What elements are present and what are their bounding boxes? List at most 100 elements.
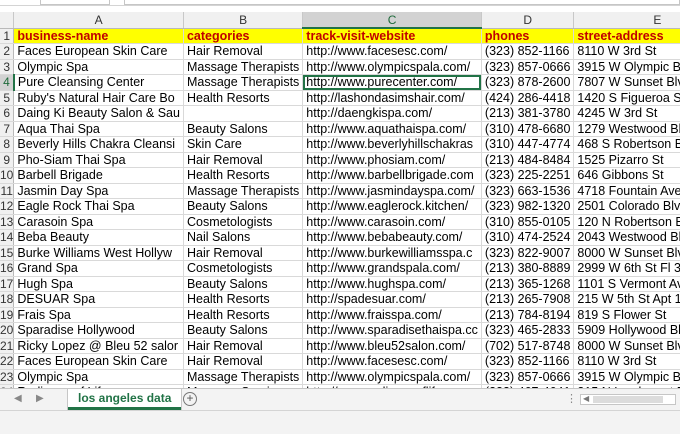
row-header[interactable]: 4 — [0, 74, 15, 91]
cell-d22[interactable]: (323) 852-1166 — [481, 353, 575, 370]
scrollbar-thumb[interactable] — [593, 396, 663, 403]
cell-c18[interactable]: http://spadesuar.com/ — [302, 291, 482, 308]
cell-c12[interactable]: http://www.eaglerock.kitchen/ — [302, 198, 482, 215]
cell-c20[interactable]: http://www.sparadisethaispa.cc — [302, 322, 482, 339]
cell-c13[interactable]: http://www.carasoin.com/ — [302, 214, 482, 230]
tab-split-handle[interactable]: ⋮ — [566, 392, 577, 405]
row-header[interactable]: 8 — [0, 136, 15, 153]
cell-b14[interactable]: Nail Salons — [183, 229, 304, 246]
cell-e13[interactable]: 120 N Robertson Blvd — [573, 214, 680, 230]
cell-a10[interactable]: Barbell Brigade — [13, 167, 184, 184]
cell-d4[interactable]: (323) 878-2600 — [481, 74, 575, 91]
column-header-e[interactable]: E — [573, 12, 680, 29]
cell-a12[interactable]: Eagle Rock Thai Spa — [13, 198, 184, 215]
cell-d8[interactable]: (310) 447-4774 — [481, 136, 575, 153]
cell-d1[interactable]: phones — [481, 28, 575, 44]
cell-d21[interactable]: (702) 517-8748 — [481, 338, 575, 354]
row-header[interactable]: 17 — [0, 276, 15, 292]
cell-d2[interactable]: (323) 852-1166 — [481, 43, 575, 60]
cell-e14[interactable]: 2043 Westwood Blvd — [573, 229, 680, 246]
cell-b19[interactable]: Health Resorts — [183, 307, 304, 323]
cell-a11[interactable]: Jasmin Day Spa — [13, 183, 184, 199]
cell-e7[interactable]: 1279 Westwood Blvd — [573, 121, 680, 137]
cell-c21[interactable]: http://www.bleu52salon.com/ — [302, 338, 482, 354]
cell-a14[interactable]: Beba Beauty — [13, 229, 184, 246]
cell-b17[interactable]: Beauty Salons — [183, 276, 304, 292]
cell-b10[interactable]: Health Resorts — [183, 167, 304, 184]
cell-a19[interactable]: Frais Spa — [13, 307, 184, 323]
cell-c3[interactable]: http://www.olympicspala.com/ — [302, 59, 482, 75]
cell-c5[interactable]: http://lashondasimshair.com/ — [302, 90, 482, 106]
sheet-tab-los-angeles-data[interactable]: los angeles data — [68, 389, 182, 410]
row-header[interactable]: 23 — [0, 369, 15, 385]
cell-b15[interactable]: Hair Removal — [183, 245, 304, 261]
row-header[interactable]: 19 — [0, 307, 15, 323]
cell-c19[interactable]: http://www.fraisspa.com/ — [302, 307, 482, 323]
cell-d7[interactable]: (310) 478-6680 — [481, 121, 575, 137]
row-header[interactable]: 10 — [0, 167, 15, 184]
row-header[interactable]: 12 — [0, 198, 15, 215]
cell-a16[interactable]: Grand Spa — [13, 260, 184, 277]
cell-a23[interactable]: Olympic Spa — [13, 369, 184, 385]
cell-a9[interactable]: Pho-Siam Thai Spa — [13, 152, 184, 168]
cell-d16[interactable]: (213) 380-8889 — [481, 260, 575, 277]
cell-e1[interactable]: street-address — [573, 28, 680, 44]
cell-d11[interactable]: (323) 663-1536 — [481, 183, 575, 199]
cell-d18[interactable]: (213) 265-7908 — [481, 291, 575, 308]
cell-b22[interactable]: Hair Removal — [183, 353, 304, 370]
cell-c17[interactable]: http://www.hughspa.com/ — [302, 276, 482, 292]
cell-c14[interactable]: http://www.bebabeauty.com/ — [302, 229, 482, 246]
row-header[interactable]: 9 — [0, 152, 15, 168]
row-header[interactable]: 6 — [0, 105, 15, 122]
cell-e21[interactable]: 8000 W Sunset Blvd Ste 52 — [573, 338, 680, 354]
cell-a2[interactable]: Faces European Skin Care — [13, 43, 184, 60]
row-header[interactable]: 13 — [0, 214, 15, 230]
cell-e20[interactable]: 5909 Hollywood Blvd — [573, 322, 680, 339]
cell-d23[interactable]: (323) 857-0666 — [481, 369, 575, 385]
cell-d3[interactable]: (323) 857-0666 — [481, 59, 575, 75]
cell-c16[interactable]: http://www.grandspala.com/ — [302, 260, 482, 277]
cell-e2[interactable]: 8110 W 3rd St — [573, 43, 680, 60]
cell-a5[interactable]: Ruby's Natural Hair Care Bo — [13, 90, 184, 106]
cell-d13[interactable]: (310) 855-0105 — [481, 214, 575, 230]
cell-e11[interactable]: 4718 Fountain Ave — [573, 183, 680, 199]
cell-e18[interactable]: 215 W 5th St Apt 1209 — [573, 291, 680, 308]
cell-b23[interactable]: Massage Therapists — [183, 369, 304, 385]
cell-b5[interactable]: Health Resorts — [183, 90, 304, 106]
cell-b21[interactable]: Hair Removal — [183, 338, 304, 354]
row-header[interactable]: 15 — [0, 245, 15, 261]
cell-e15[interactable]: 8000 W Sunset Blvd Ste 130 — [573, 245, 680, 261]
cell-d14[interactable]: (310) 474-2524 — [481, 229, 575, 246]
name-box[interactable] — [40, 0, 110, 5]
cell-b11[interactable]: Massage Therapists — [183, 183, 304, 199]
cell-b1[interactable]: categories — [183, 28, 304, 44]
cell-c6[interactable]: http://daengkispa.com/ — [302, 105, 482, 122]
cell-e12[interactable]: 2501 Colorado Blvd — [573, 198, 680, 215]
cell-b16[interactable]: Cosmetologists — [183, 260, 304, 277]
cell-b4[interactable]: Massage Therapists — [183, 74, 304, 91]
cell-a13[interactable]: Carasoin Spa — [13, 214, 184, 230]
cell-a1[interactable]: business-name — [13, 28, 184, 44]
cell-a8[interactable]: Beverly Hills Chakra Cleansi — [13, 136, 184, 153]
cell-b13[interactable]: Cosmetologists — [183, 214, 304, 230]
cell-e23[interactable]: 3915 W Olympic Blvd — [573, 369, 680, 385]
cell-e16[interactable]: 2999 W 6th St Fl 3 — [573, 260, 680, 277]
cell-e17[interactable]: 1101 S Vermont Ave — [573, 276, 680, 292]
formula-input[interactable] — [124, 0, 680, 5]
column-header-a[interactable]: A — [13, 12, 184, 29]
plus-circle-icon[interactable]: + — [183, 392, 197, 406]
cell-b2[interactable]: Hair Removal — [183, 43, 304, 60]
cell-c22[interactable]: http://www.facesesc.com/ — [302, 353, 482, 370]
column-header-d[interactable]: D — [481, 12, 575, 29]
row-header[interactable]: 2 — [0, 43, 15, 60]
cell-a21[interactable]: Ricky Lopez @ Bleu 52 salor — [13, 338, 184, 354]
row-header[interactable]: 11 — [0, 183, 15, 199]
cell-b12[interactable]: Beauty Salons — [183, 198, 304, 215]
row-header[interactable]: 16 — [0, 260, 15, 277]
prev-sheet-icon[interactable]: ◀ — [14, 393, 22, 404]
cell-b9[interactable]: Hair Removal — [183, 152, 304, 168]
cell-b6[interactable] — [183, 105, 304, 122]
cell-c23[interactable]: http://www.olympicspala.com/ — [302, 369, 482, 385]
cell-a20[interactable]: Sparadise Hollywood — [13, 322, 184, 339]
cell-d15[interactable]: (323) 822-9007 — [481, 245, 575, 261]
